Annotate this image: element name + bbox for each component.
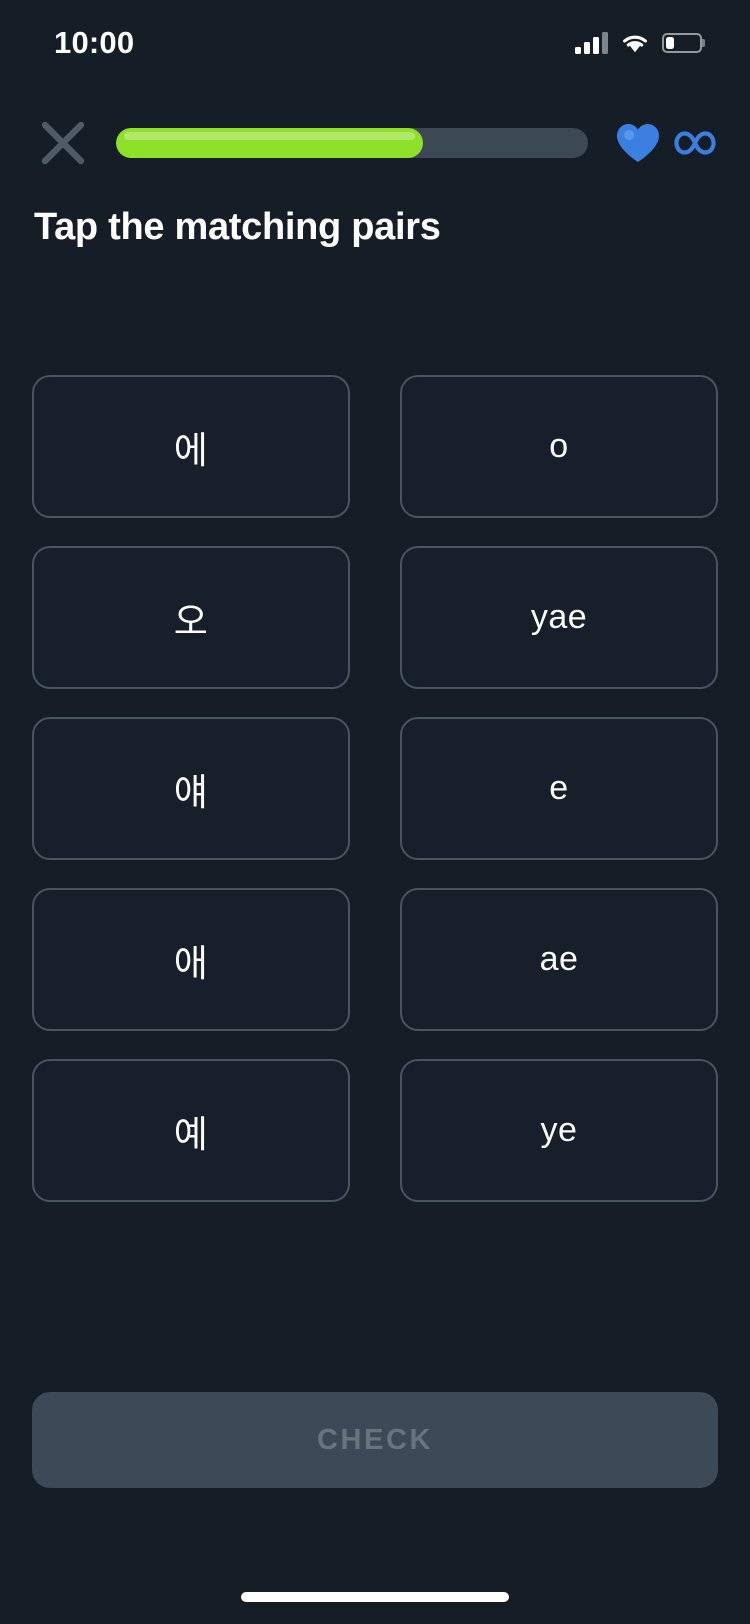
infinity-icon: [674, 131, 716, 155]
heart-icon: [617, 124, 659, 162]
close-button[interactable]: [34, 114, 92, 172]
status-bar: 10:00: [0, 0, 750, 86]
lesson-progress-fill: [116, 128, 423, 158]
lesson-progress-bar: [116, 128, 588, 158]
match-tile-right[interactable]: ae: [400, 888, 718, 1031]
cellular-signal-icon: [575, 32, 608, 54]
match-tile-left[interactable]: 애: [32, 888, 350, 1031]
match-tile-left[interactable]: 오: [32, 546, 350, 689]
page-title: Tap the matching pairs: [34, 206, 441, 248]
match-tile-left[interactable]: 에: [32, 375, 350, 518]
home-indicator[interactable]: [241, 1592, 509, 1602]
battery-icon: [662, 33, 702, 53]
close-x-icon: [41, 121, 85, 165]
match-tile-right[interactable]: e: [400, 717, 718, 860]
match-tile-left[interactable]: 얘: [32, 717, 350, 860]
wifi-icon: [623, 35, 647, 52]
match-tile-left[interactable]: 예: [32, 1059, 350, 1202]
match-tile-right[interactable]: ye: [400, 1059, 718, 1202]
match-tile-right[interactable]: o: [400, 375, 718, 518]
status-bar-icons: [575, 32, 702, 54]
battery-fill: [666, 37, 674, 49]
check-button-container: CHECK: [0, 1392, 750, 1488]
lesson-header: [0, 86, 750, 172]
matching-pairs-grid: 에 o 오 yae 얘 e 애 ae 예 ye: [0, 375, 750, 1202]
match-tile-right[interactable]: yae: [400, 546, 718, 689]
status-bar-time: 10:00: [54, 25, 135, 60]
hearts-indicator[interactable]: [616, 123, 716, 163]
check-button[interactable]: CHECK: [32, 1392, 718, 1488]
